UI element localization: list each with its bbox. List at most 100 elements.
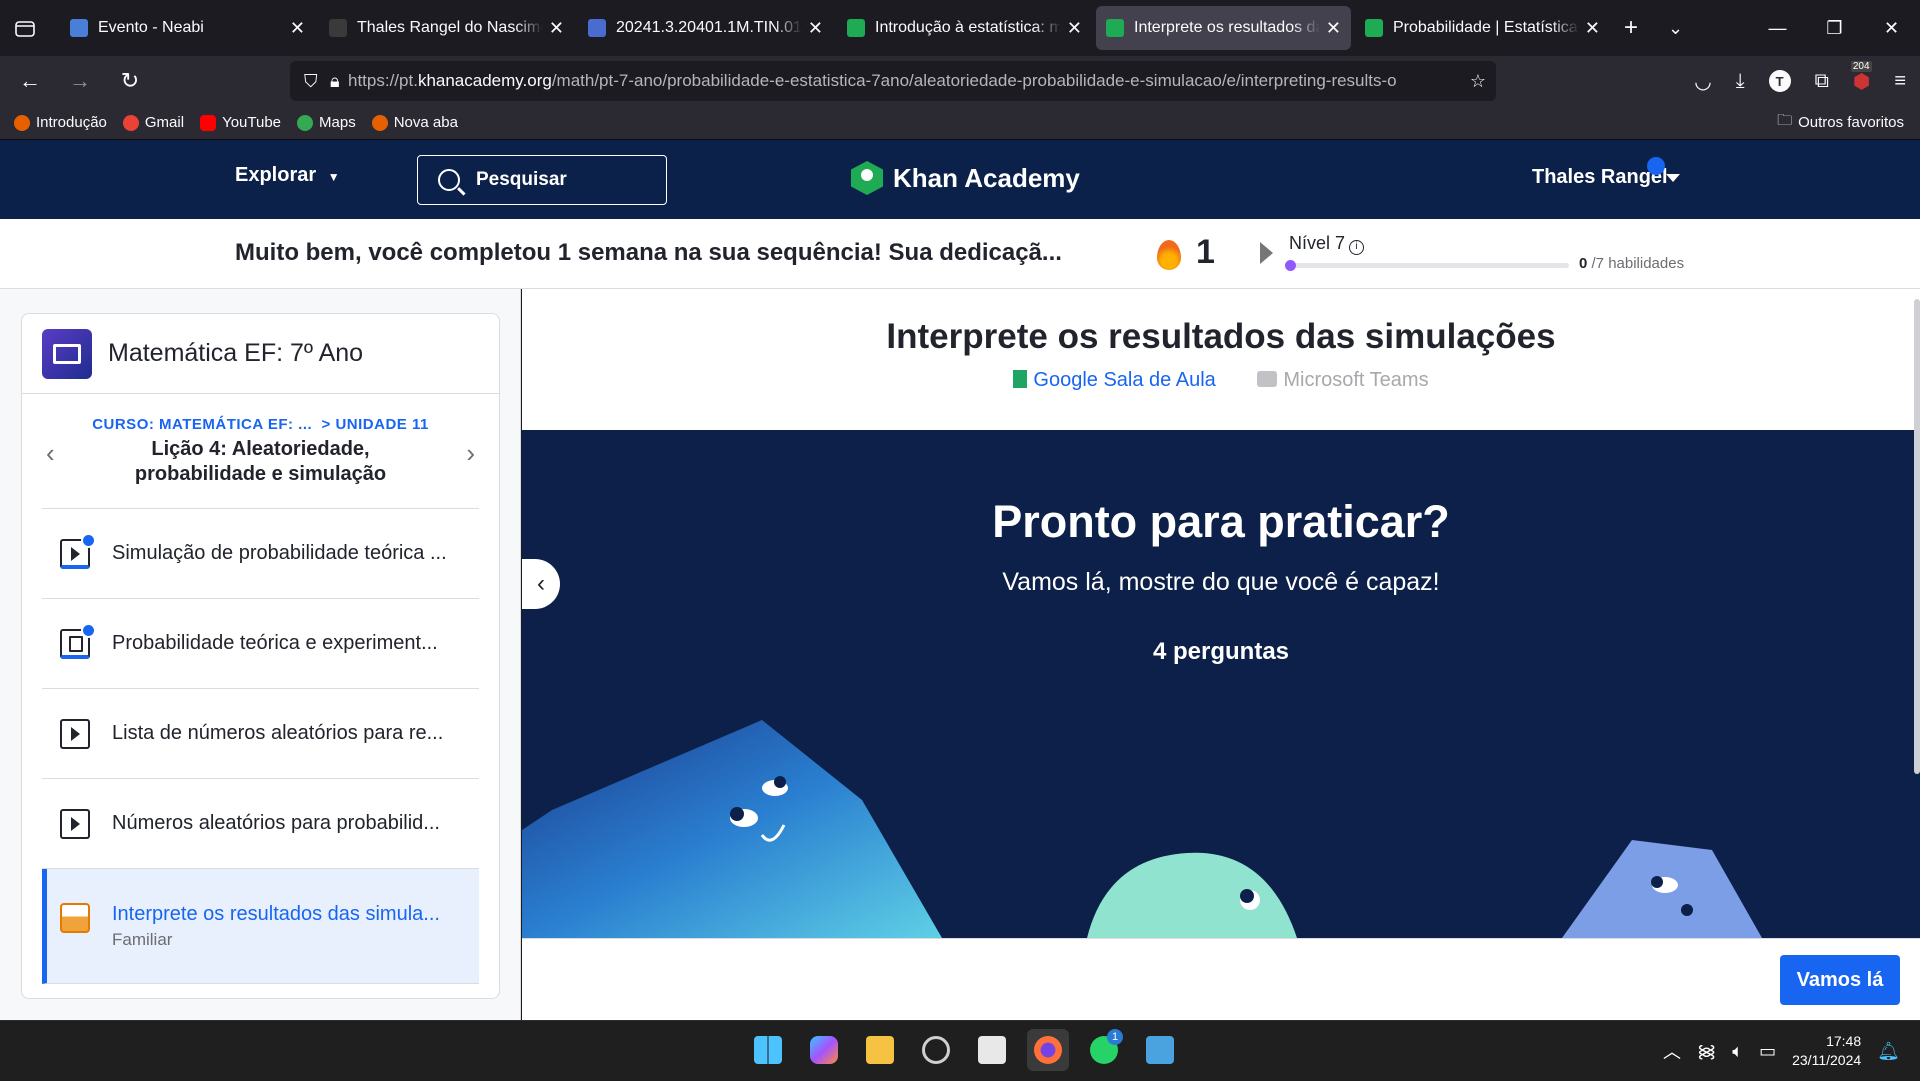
download-icon[interactable]: ⤓ bbox=[1736, 70, 1745, 93]
list-item[interactable]: Números aleatórios para probabilid... bbox=[42, 779, 479, 869]
course-header[interactable]: Matemática EF: 7º Ano bbox=[22, 314, 499, 394]
pocket-icon[interactable]: ◡ bbox=[1694, 69, 1711, 94]
start-icon[interactable] bbox=[747, 1029, 789, 1071]
shield-icon[interactable]: ⛉ bbox=[304, 71, 318, 92]
list-item[interactable]: Probabilidade teórica e experiment... bbox=[42, 599, 479, 689]
microsoft-teams-link[interactable]: Microsoft Teams bbox=[1257, 369, 1428, 391]
breadcrumb-unit[interactable]: > UNIDADE 11 bbox=[322, 416, 429, 433]
bookmark-item[interactable]: Nova aba bbox=[371, 114, 458, 131]
reload-icon[interactable]: ↻ bbox=[110, 61, 150, 101]
course-card: Matemática EF: 7º Ano ‹ CURSO: MATEMÁTIC… bbox=[21, 313, 500, 999]
galaxy-blob-shape bbox=[522, 720, 942, 938]
tab-close-icon[interactable]: ✕ bbox=[808, 18, 823, 39]
browser-tab[interactable]: 20241.3.20401.1M.TIN.0185 ✕ bbox=[578, 6, 833, 50]
start-practice-button[interactable]: Vamos lá bbox=[1780, 955, 1900, 1005]
browser-tab[interactable]: Probabilidade | Estatística i ✕ bbox=[1355, 6, 1610, 50]
bookmark-star-icon[interactable]: ☆ bbox=[1470, 71, 1486, 92]
chevron-left-icon[interactable]: ‹ bbox=[46, 438, 55, 469]
scrollbar[interactable] bbox=[1914, 299, 1920, 774]
ublock-icon[interactable]: ⬢ 204 bbox=[1850, 60, 1872, 94]
browser-tab[interactable]: Evento - Neabi ✕ bbox=[60, 6, 315, 50]
play-icon[interactable] bbox=[1260, 242, 1273, 264]
battery-icon[interactable]: ▭ bbox=[1759, 1041, 1776, 1062]
file-explorer-icon[interactable] bbox=[859, 1029, 901, 1071]
notepad-icon[interactable] bbox=[1139, 1029, 1181, 1071]
video-icon bbox=[60, 718, 90, 749]
firefox-icon[interactable] bbox=[1027, 1029, 1069, 1071]
tab-close-icon[interactable]: ✕ bbox=[1326, 18, 1341, 39]
exercise-panel: Interprete os resultados das simulações … bbox=[522, 289, 1920, 1020]
tab-favicon-icon bbox=[588, 19, 606, 37]
tab-close-icon[interactable]: ✕ bbox=[1067, 18, 1082, 39]
firefox-icon bbox=[14, 114, 30, 131]
bookmark-item[interactable]: YouTube bbox=[200, 114, 281, 131]
extensions-icon[interactable]: ⧉ bbox=[1815, 70, 1829, 93]
chevron-up-icon[interactable]: ︿ bbox=[1663, 1038, 1681, 1064]
whatsapp-icon[interactable]: 1 bbox=[1083, 1029, 1125, 1071]
wifi-icon[interactable]: ᯼ bbox=[1697, 1039, 1716, 1063]
url-text[interactable]: https://pt.khanacademy.org/math/pt-7-ano… bbox=[348, 71, 1448, 91]
bookmark-item[interactable]: Maps bbox=[297, 114, 356, 131]
minimize-icon[interactable]: — bbox=[1749, 0, 1806, 56]
caret-down-icon[interactable] bbox=[1666, 174, 1680, 182]
taskbar: 1 ︿ ᯼ 🔈︎ ▭ 17:48 23/11/2024 🔔︎ bbox=[0, 1020, 1920, 1080]
notification-bell-icon[interactable]: 🔔︎ bbox=[1877, 1041, 1900, 1062]
google-icon bbox=[122, 114, 139, 131]
mascot-pupil bbox=[1240, 889, 1254, 903]
google-classroom-link[interactable]: Google Sala de Aula bbox=[1013, 369, 1215, 391]
clock[interactable]: 17:48 23/11/2024 bbox=[1792, 1032, 1861, 1070]
settings-icon[interactable] bbox=[915, 1029, 957, 1071]
notification-badge: 1 bbox=[1107, 1029, 1123, 1045]
clock-time: 17:48 bbox=[1826, 1033, 1862, 1049]
list-item[interactable]: Lista de números aleatórios para re... bbox=[42, 689, 479, 779]
skills-count: 0 /7 habilidades bbox=[1579, 255, 1685, 272]
tab-close-icon[interactable]: ✕ bbox=[290, 18, 305, 39]
tab-list-icon[interactable] bbox=[0, 0, 50, 56]
restore-icon[interactable]: ❐ bbox=[1806, 0, 1863, 56]
search-button[interactable]: Pesquisar bbox=[417, 155, 667, 205]
bookmarks-bar: Introdução Gmail YouTube Maps Nova aba 🗀… bbox=[0, 106, 1920, 140]
tab-title: Introdução à estatística: mé bbox=[875, 19, 1061, 36]
site-header: Explorar ▼ Pesquisar Khan Academy Thales… bbox=[0, 140, 1920, 219]
browser-tab-active[interactable]: Interprete os resultados das ✕ bbox=[1096, 6, 1351, 50]
chevron-down-icon[interactable]: ⌄ bbox=[1668, 18, 1683, 39]
browser-tab[interactable]: Thales Rangel do Nascimen ✕ bbox=[319, 6, 574, 50]
lesson-title: Lição 4: Aleatoriedade, probabilidade e … bbox=[134, 438, 387, 485]
tab-title: Thales Rangel do Nascimen bbox=[357, 19, 543, 36]
lesson-items: Simulação de probabilidade teórica ... P… bbox=[42, 509, 479, 984]
list-item-active[interactable]: Interprete os resultados das simula... F… bbox=[42, 869, 479, 984]
close-window-icon[interactable]: ✕ bbox=[1863, 0, 1920, 56]
back-icon[interactable]: ← bbox=[10, 61, 50, 101]
streak-banner: Muito bem, você completou 1 semana na su… bbox=[0, 219, 1920, 289]
new-tab-icon[interactable]: + bbox=[1624, 14, 1638, 42]
mascot-pupil bbox=[1681, 904, 1693, 916]
volume-icon[interactable]: 🔈︎ bbox=[1732, 1041, 1743, 1062]
menu-icon[interactable]: ≡ bbox=[1894, 70, 1906, 93]
explore-menu[interactable]: Explorar ▼ bbox=[235, 164, 340, 187]
extension-badge: 204 bbox=[1850, 60, 1872, 72]
lock-icon[interactable]: 🔒︎ bbox=[330, 71, 340, 92]
store-icon[interactable] bbox=[971, 1029, 1013, 1071]
breadcrumb: CURSO: MATEMÁTICA EF: ... > UNIDADE 11 bbox=[42, 394, 479, 433]
url-bar[interactable]: ⛉ 🔒︎ https://pt.khanacademy.org/math/pt-… bbox=[290, 61, 1496, 101]
forward-icon[interactable]: → bbox=[60, 61, 100, 101]
khan-academy-logo[interactable]: Khan Academy bbox=[851, 161, 1080, 195]
bookmark-item[interactable]: Introdução bbox=[14, 114, 107, 131]
tab-title: 20241.3.20401.1M.TIN.0185 bbox=[616, 19, 802, 36]
tab-close-icon[interactable]: ✕ bbox=[1585, 18, 1600, 39]
browser-tab[interactable]: Introdução à estatística: mé ✕ bbox=[837, 6, 1092, 50]
item-label: Simulação de probabilidade teórica ... bbox=[112, 542, 447, 564]
mascot-illustration bbox=[522, 720, 1762, 938]
info-icon[interactable]: i bbox=[1349, 240, 1365, 255]
list-item[interactable]: Simulação de probabilidade teórica ... bbox=[42, 509, 479, 599]
other-bookmarks[interactable]: 🗀 Outros favoritos bbox=[1777, 110, 1904, 135]
page-title: Interprete os resultados das simulações bbox=[886, 317, 1556, 356]
tab-favicon-icon bbox=[70, 19, 88, 37]
breadcrumb-course[interactable]: CURSO: MATEMÁTICA EF: ... bbox=[92, 416, 312, 433]
tab-close-icon[interactable]: ✕ bbox=[549, 18, 564, 39]
tab-title: Interprete os resultados das bbox=[1134, 19, 1320, 36]
bookmark-item[interactable]: Gmail bbox=[122, 114, 184, 131]
chevron-right-icon[interactable]: › bbox=[466, 438, 475, 469]
account-icon[interactable]: T bbox=[1768, 70, 1791, 92]
copilot-icon[interactable] bbox=[803, 1029, 845, 1071]
